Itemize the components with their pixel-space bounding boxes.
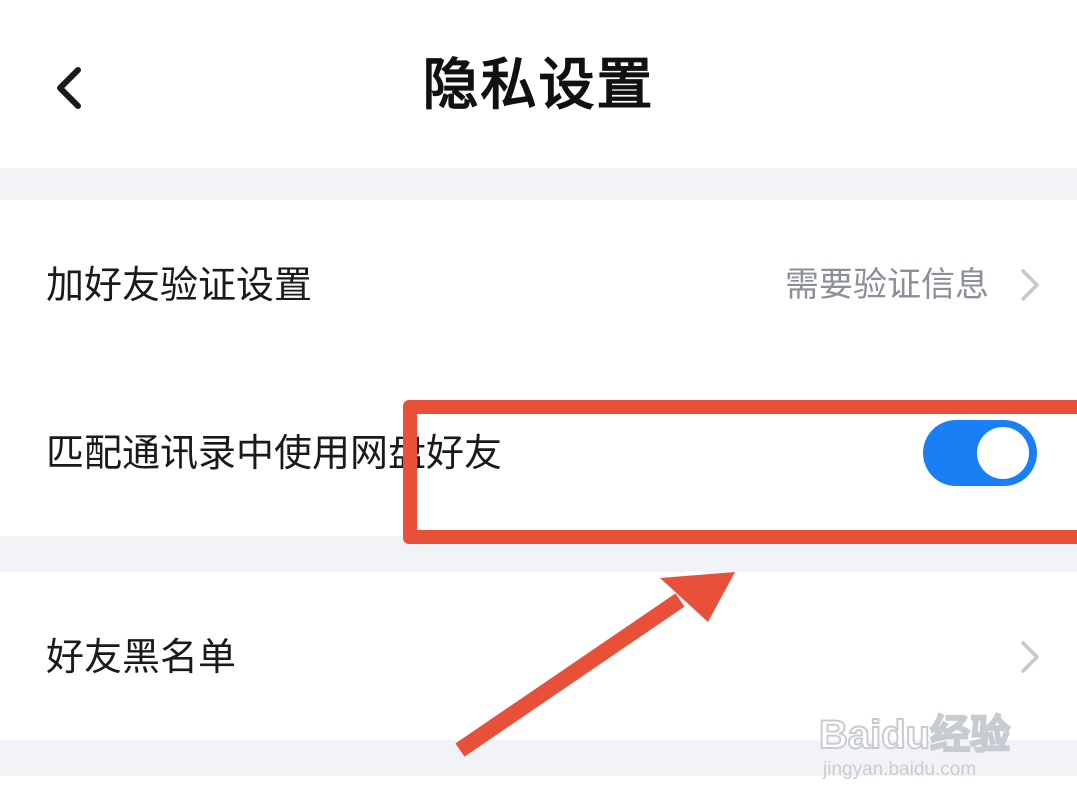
chevron-right-icon <box>1017 265 1043 305</box>
section-divider <box>0 740 1077 776</box>
section-divider <box>0 536 1077 572</box>
blacklist-label: 好友黑名单 <box>46 635 237 679</box>
blacklist-row[interactable]: 好友黑名单 <box>0 572 1077 740</box>
match-contacts-toggle[interactable] <box>923 420 1037 486</box>
chevron-right-icon <box>1017 637 1043 677</box>
match-contacts-label: 匹配通讯录中使用网盘好友 <box>46 431 503 475</box>
friend-verification-value: 需要验证信息 <box>785 265 989 305</box>
match-contacts-row: 匹配通讯录中使用网盘好友 <box>0 370 1077 536</box>
friend-verification-row[interactable]: 加好友验证设置 需要验证信息 <box>0 200 1077 370</box>
header-bar: 隐私设置 <box>0 0 1077 168</box>
toggle-knob <box>977 427 1029 479</box>
page-title: 隐私设置 <box>422 53 655 118</box>
next-row-partial <box>0 776 1077 807</box>
section-divider <box>0 168 1077 200</box>
friend-verification-label: 加好友验证设置 <box>46 263 313 307</box>
